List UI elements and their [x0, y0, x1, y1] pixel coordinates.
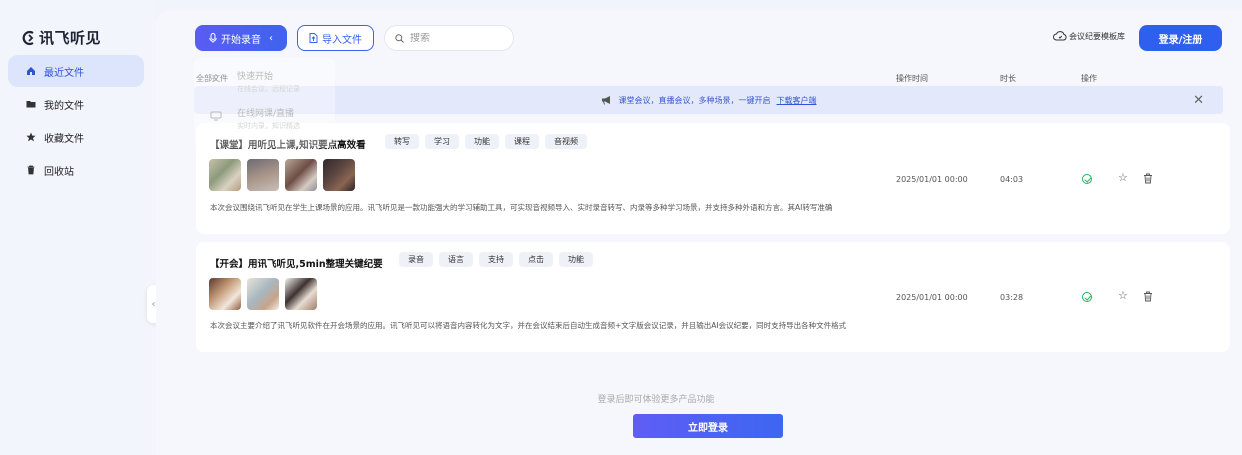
thumbnail-row: [209, 159, 355, 191]
main-panel: 开始录音 ‹ 导入文件 会议纪要模板库 登录/注册 + 快速开始 在线会议、远程…: [156, 10, 1242, 455]
file-duration: 04:03: [1000, 175, 1024, 184]
login-register-label: 登录/注册: [1158, 34, 1203, 46]
column-header-time: 操作时间: [896, 74, 928, 83]
star-icon[interactable]: ☆: [1118, 171, 1128, 184]
chevron-left-icon: ‹: [269, 32, 273, 44]
trash-icon[interactable]: [1143, 291, 1153, 302]
folder-icon: [26, 101, 36, 108]
tag-list: 转写 学习 功能 课程 音视频: [385, 134, 587, 149]
star-icon[interactable]: ☆: [1118, 289, 1128, 302]
chevron-left-icon: ‹: [151, 298, 156, 310]
tag: 语言: [439, 252, 473, 267]
thumbnail-image[interactable]: [247, 278, 279, 310]
dropdown-item-quick-start[interactable]: + 快速开始 在线会议、远程记录: [194, 64, 335, 100]
sidebar-nav: 最近文件 我的文件 收藏文件 回收站: [8, 55, 144, 187]
file-upload-icon: [309, 33, 318, 43]
import-file-button[interactable]: 导入文件: [297, 25, 374, 51]
check-circle-icon: [1082, 174, 1092, 184]
tag: 学习: [425, 134, 459, 149]
file-title: 【开会】用讯飞听见,5min整理关键纪要: [210, 259, 383, 270]
thumbnail-row: [209, 278, 317, 310]
record-dropdown-menu: + 快速开始 在线会议、远程记录 在线网课/直播 实时内录，知识精选: [194, 58, 335, 148]
file-description: 本次会议围绕讯飞听见在学生上课场景的应用。讯飞听见是一款功能强大的学习辅助工具，…: [210, 203, 833, 212]
login-register-button[interactable]: 登录/注册: [1139, 25, 1222, 51]
dropdown-item-sub: 实时内录，知识精选: [237, 122, 300, 130]
sidebar-item-favorites[interactable]: 收藏文件: [8, 121, 144, 153]
thumbnail-image[interactable]: [323, 159, 355, 191]
search-input[interactable]: [410, 32, 500, 44]
sidebar-item-label: 我的文件: [44, 100, 84, 112]
file-description: 本次会议主要介绍了讯飞听见软件在开会场景的应用。讯飞听见可以将语音内容转化为文字…: [210, 321, 847, 330]
trash-icon: [27, 165, 35, 175]
notice-text: 课堂会议，直播会议，多种场景，一键开启: [618, 95, 771, 105]
thumbnail-image[interactable]: [285, 159, 317, 191]
tag-list: 录音 语言 支持 点击 功能: [399, 252, 593, 267]
file-time: 2025/01/01 00:00: [896, 293, 968, 302]
tag: 功能: [559, 252, 593, 267]
file-duration: 03:28: [1000, 293, 1024, 302]
sidebar-item-label: 收藏文件: [44, 133, 84, 145]
logo-text: 讯飞听见: [39, 29, 102, 47]
dropdown-item-title: 快速开始: [237, 72, 274, 82]
thumbnail-image[interactable]: [285, 278, 317, 310]
check-circle-icon: [1082, 292, 1092, 302]
templates-link[interactable]: 会议纪要模板库: [1053, 30, 1125, 42]
sidebar-item-recycle-bin[interactable]: 回收站: [8, 154, 144, 186]
file-card[interactable]: 【开会】用讯飞听见,5min整理关键纪要 录音 语言 支持 点击 功能 本次会议…: [196, 242, 1230, 352]
cloud-template-icon: [1053, 31, 1067, 41]
file-card[interactable]: 【课堂】用听见上课,知识要点高效看 转写 学习 功能 课程 音视频 本次会议围绕…: [196, 123, 1230, 234]
tag: 音视频: [545, 134, 587, 149]
logo-icon: [22, 30, 34, 45]
sidebar-item-label: 回收站: [44, 166, 74, 178]
close-icon[interactable]: ✕: [1193, 93, 1204, 108]
column-header-action: 操作: [1081, 74, 1097, 83]
monitor-icon: [210, 111, 222, 121]
tag: 支持: [479, 252, 513, 267]
microphone-icon: [209, 33, 217, 43]
templates-label: 会议纪要模板库: [1069, 31, 1125, 41]
home-icon: [27, 67, 35, 75]
thumbnail-image[interactable]: [247, 159, 279, 191]
tag: 课程: [505, 134, 539, 149]
thumbnail-image[interactable]: [209, 159, 241, 191]
search-box[interactable]: [384, 25, 514, 51]
notice-banner: 课堂会议，直播会议，多种场景，一键开启 下载客户端 ✕: [194, 86, 1223, 114]
thumbnail-image[interactable]: [209, 278, 241, 310]
trash-icon[interactable]: [1143, 173, 1153, 184]
sidebar-item-my-files[interactable]: 我的文件: [8, 88, 144, 120]
plus-icon: +: [210, 74, 218, 84]
dropdown-item-title: 在线网课/直播: [237, 109, 295, 119]
tag: 功能: [465, 134, 499, 149]
tag: 录音: [399, 252, 433, 267]
column-header-duration: 时长: [1000, 74, 1016, 83]
import-file-label: 导入文件: [322, 34, 362, 46]
logo[interactable]: 讯飞听见: [22, 27, 101, 48]
megaphone-icon: [601, 96, 610, 105]
login-now-label: 立即登录: [688, 422, 728, 434]
tag: 转写: [385, 134, 419, 149]
tag: 点击: [519, 252, 553, 267]
login-hint: 登录后即可体验更多产品功能: [597, 395, 715, 405]
sidebar-item-label: 最近文件: [44, 67, 84, 79]
search-icon: [395, 33, 404, 43]
login-now-button[interactable]: 立即登录: [633, 414, 783, 438]
dropdown-item-online-class[interactable]: 在线网课/直播 实时内录，知识精选: [194, 101, 335, 137]
start-recording-button[interactable]: 开始录音 ‹: [195, 25, 287, 51]
file-time: 2025/01/01 00:00: [896, 175, 968, 184]
sidebar-item-recent[interactable]: 最近文件: [8, 55, 144, 87]
sidebar: 讯飞听见 最近文件 我的文件 收藏文件 回收站: [0, 0, 156, 455]
download-client-link[interactable]: 下载客户端: [777, 95, 817, 106]
star-icon: [26, 132, 36, 142]
dropdown-item-sub: 在线会议、远程记录: [237, 85, 300, 93]
start-recording-label: 开始录音: [221, 34, 261, 46]
